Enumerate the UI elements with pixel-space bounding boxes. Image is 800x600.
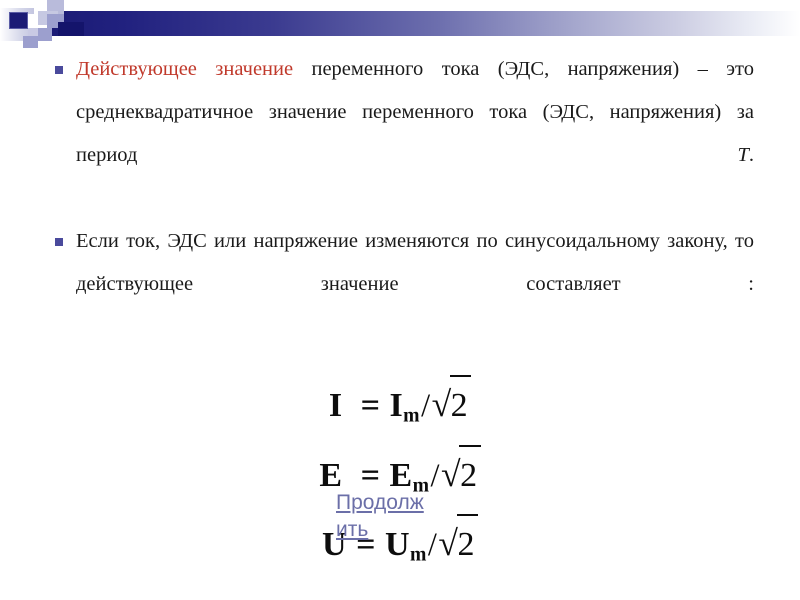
radical-sign-icon: √ bbox=[438, 523, 459, 564]
slide-header-decoration bbox=[0, 0, 800, 48]
square-bullet-icon bbox=[55, 238, 63, 246]
formula-emf-slash: / bbox=[430, 456, 441, 493]
formula-block: I = Im/√2 E = Em/√2 U = Um/√2 bbox=[0, 375, 800, 584]
formula-emf-lhs: E bbox=[319, 456, 343, 494]
formula-voltage-radical: √2 bbox=[438, 514, 478, 574]
formula-current-radical: √2 bbox=[432, 375, 472, 435]
formula-voltage-subscript: m bbox=[410, 543, 427, 566]
radical-sign-icon: √ bbox=[431, 384, 452, 424]
bullet-1-fullstop: . bbox=[748, 144, 754, 166]
square-bullet-icon bbox=[55, 66, 63, 74]
formula-current-subscript: m bbox=[403, 404, 421, 427]
formula-current-slash: / bbox=[421, 387, 431, 423]
radical-sign-icon: √ bbox=[441, 453, 462, 494]
bullet-2-body: Если ток, ЭДС или напряжение изменяются … bbox=[76, 230, 754, 295]
formula-emf-radical: √2 bbox=[441, 444, 481, 505]
list-item: Действующее значение переменного тока (Э… bbox=[55, 48, 754, 220]
continue-link[interactable]: Продолжить bbox=[336, 491, 424, 541]
header-gradient-bar bbox=[48, 11, 800, 36]
formula-current-radicand: 2 bbox=[449, 375, 472, 435]
formula-emf-radicand: 2 bbox=[459, 444, 481, 505]
formula-current-lhs: I bbox=[328, 387, 343, 424]
decor-square-navy bbox=[9, 12, 28, 29]
decor-square-periwinkle-low bbox=[38, 28, 52, 41]
list-item: Если ток, ЭДС или напряжение изменяются … bbox=[55, 220, 754, 349]
formula-emf-numerator: E bbox=[389, 456, 413, 494]
continue-link-container: Продолжить bbox=[336, 489, 432, 543]
decor-square-navy-bar bbox=[58, 22, 84, 36]
bullet-1-period-symbol: T bbox=[737, 144, 749, 166]
formula-current: I = Im/√2 bbox=[0, 375, 800, 445]
bullet-1-highlight: Действующее значение bbox=[76, 58, 294, 80]
formula-emf-equals: = bbox=[360, 456, 381, 494]
bullet-list: Действующее значение переменного тока (Э… bbox=[0, 48, 800, 349]
decor-square-periwinkle-bottom bbox=[23, 36, 38, 48]
formula-voltage-radicand: 2 bbox=[456, 514, 478, 574]
formula-current-numerator: I bbox=[389, 387, 404, 424]
formula-current-equals: = bbox=[360, 387, 381, 424]
